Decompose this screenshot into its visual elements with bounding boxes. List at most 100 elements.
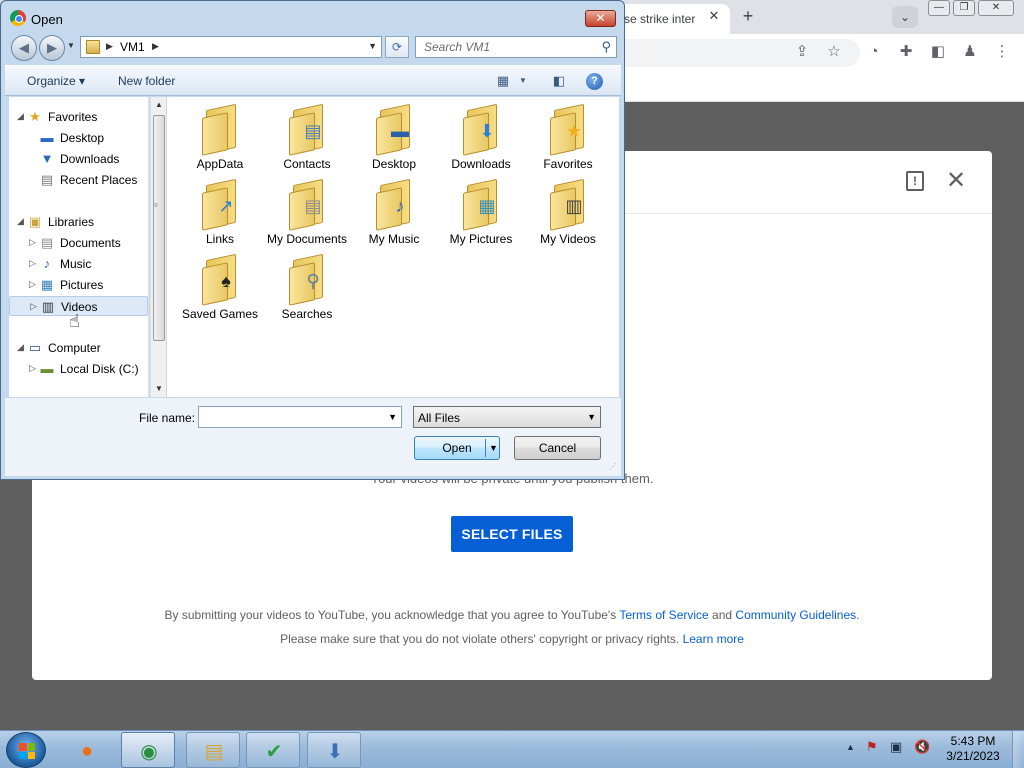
menu-icon[interactable]: ⋮ — [992, 42, 1012, 62]
profile-icon[interactable]: ♟ — [960, 42, 980, 62]
nav-item-recent-places[interactable]: ▤ Recent Places — [9, 170, 148, 190]
folder-contacts[interactable]: ▤ Contacts — [264, 103, 350, 172]
help-icon[interactable]: ? — [586, 73, 603, 90]
folder-my-music[interactable]: ♪ My Music — [351, 178, 437, 247]
breadcrumb-arrow-icon[interactable]: ▶ — [106, 41, 113, 52]
expand-arrow-icon[interactable]: ▷ — [29, 279, 36, 290]
nav-item-label: Computer — [48, 341, 101, 355]
taskbar-explorer[interactable]: ▤ — [186, 732, 240, 768]
views-dropdown-icon[interactable]: ▼ — [515, 73, 531, 89]
file-type-dropdown-icon[interactable]: ▼ — [587, 412, 596, 422]
open-button[interactable]: Open ▼ — [414, 436, 500, 460]
folder-my-pictures[interactable]: ▦ My Pictures — [438, 178, 524, 247]
preview-pane-icon[interactable]: ◧ — [551, 73, 567, 89]
folder-appdata[interactable]: AppData — [177, 103, 263, 172]
search-icon[interactable]: ⚲ — [601, 39, 611, 55]
folder-emblem-icon: ⬇ — [479, 121, 495, 141]
breadcrumb-arrow-icon[interactable]: ▶ — [152, 41, 159, 52]
expand-arrow-icon[interactable]: ▷ — [29, 363, 36, 374]
organize-menu[interactable]: Organize ▾ — [27, 74, 85, 88]
folder-emblem-icon — [214, 119, 238, 143]
expand-arrow-icon[interactable]: ◢ — [17, 342, 24, 353]
back-button[interactable]: ◀ — [11, 35, 37, 61]
select-files-button[interactable]: SELECT FILES — [451, 516, 573, 552]
extension-icon[interactable]: ◔ — [864, 42, 884, 62]
folder-searches[interactable]: ⚲ Searches — [264, 253, 350, 322]
address-dropdown-icon[interactable]: ▼ — [368, 41, 377, 51]
folder-icon: ⬇ — [461, 103, 501, 156]
taskbar-app-installer[interactable]: ⬇ — [307, 732, 361, 768]
nav-item-local-disk-c[interactable]: ▷ ▬ Local Disk (C:) — [9, 359, 148, 379]
terms-link[interactable]: Terms of Service — [619, 608, 708, 622]
sidepanel-icon[interactable]: ◧ — [928, 42, 948, 62]
resize-grip-icon[interactable]: ⋰ — [609, 463, 619, 474]
action-center-icon[interactable]: ⚑ — [866, 739, 878, 755]
taskbar-app-check[interactable]: ✔ — [246, 732, 300, 768]
start-button[interactable] — [6, 732, 46, 768]
tab-close-icon[interactable]: ✕ — [706, 8, 722, 24]
folder-links[interactable]: ↗ Links — [177, 178, 263, 247]
forward-button[interactable]: ▶ — [39, 35, 65, 61]
refresh-button[interactable]: ⟳ — [385, 36, 409, 58]
file-type-select[interactable]: All Files ▼ — [413, 406, 601, 428]
browser-tab[interactable]: se strike inter ✕ — [610, 4, 730, 34]
clock[interactable]: 5:43 PM 3/21/2023 — [940, 734, 1006, 764]
open-dropdown-icon[interactable]: ▼ — [489, 437, 498, 459]
close-icon[interactable]: ✕ — [944, 169, 968, 193]
expand-arrow-icon[interactable]: ◢ — [17, 111, 24, 122]
minimize-button[interactable]: — — [928, 0, 950, 16]
expand-arrow-icon[interactable]: ▷ — [29, 237, 36, 248]
volume-muted-icon[interactable]: 🔇 — [914, 739, 930, 755]
nav-scrollbar[interactable]: ▲ ≡ ▼ — [150, 97, 166, 397]
breadcrumb-current[interactable]: VM1 — [120, 40, 145, 54]
cancel-button[interactable]: Cancel — [514, 436, 601, 460]
puzzle-icon[interactable]: ✚ — [896, 42, 916, 62]
nav-item-downloads[interactable]: ▼ Downloads — [9, 149, 148, 169]
new-tab-button[interactable]: + — [738, 6, 758, 26]
show-hidden-icons[interactable]: ▲ — [846, 742, 855, 752]
guidelines-link[interactable]: Community Guidelines — [735, 608, 856, 622]
network-icon[interactable]: ▣ — [890, 739, 902, 755]
dialog-close-button[interactable]: ✕ — [585, 10, 616, 27]
nav-item-music[interactable]: ▷ ♪ Music — [9, 254, 148, 274]
star-icon[interactable]: ☆ — [824, 42, 844, 62]
feedback-icon[interactable]: ! — [906, 171, 924, 191]
views-icon[interactable]: ▦ — [495, 73, 511, 89]
recent-locations-dropdown[interactable]: ▼ — [67, 41, 75, 50]
local-disk-c-icon: ▬ — [40, 361, 54, 376]
restore-button[interactable]: ❐ — [953, 0, 975, 16]
nav-item-desktop[interactable]: ▬ Desktop — [9, 128, 148, 148]
folder-desktop[interactable]: ▬ Desktop — [351, 103, 437, 172]
expand-arrow-icon[interactable]: ▷ — [29, 258, 36, 269]
learn-more-link[interactable]: Learn more — [683, 632, 744, 646]
file-name-input[interactable]: ▼ — [198, 406, 402, 428]
folder-my-videos[interactable]: ▥ My Videos — [525, 178, 611, 247]
address-breadcrumb[interactable]: ▶ VM1 ▶ ▼ — [80, 36, 382, 58]
file-name-dropdown-icon[interactable]: ▼ — [388, 412, 397, 422]
folder-favorites[interactable]: ★ Favorites — [525, 103, 611, 172]
nav-item-favorites[interactable]: ◢ ★ Favorites — [9, 107, 148, 127]
nav-item-documents[interactable]: ▷ ▤ Documents — [9, 233, 148, 253]
scroll-down-icon[interactable]: ▼ — [151, 381, 167, 397]
new-folder-button[interactable]: New folder — [118, 74, 175, 88]
folder-name: Downloads — [451, 157, 511, 171]
nav-item-pictures[interactable]: ▷ ▦ Pictures — [9, 275, 148, 295]
command-bar: Organize ▾ New folder ▦ ▼ ◧ ? — [5, 65, 621, 96]
expand-arrow-icon[interactable]: ▷ — [30, 301, 37, 312]
clock-date: 3/21/2023 — [946, 749, 1000, 763]
folder-saved-games[interactable]: ♠ Saved Games — [177, 253, 263, 322]
scroll-thumb[interactable] — [153, 115, 165, 341]
search-input[interactable]: Search VM1 ⚲ — [415, 36, 617, 58]
share-icon[interactable]: ⇪ — [792, 42, 812, 62]
taskbar-firefox[interactable]: ● — [60, 732, 114, 768]
nav-item-libraries[interactable]: ◢ ▣ Libraries — [9, 212, 148, 232]
scroll-up-icon[interactable]: ▲ — [151, 97, 167, 113]
folder-my-documents[interactable]: ▤ My Documents — [264, 178, 350, 247]
folder-downloads[interactable]: ⬇ Downloads — [438, 103, 524, 172]
taskbar-chrome[interactable]: ◉ — [121, 732, 175, 768]
tab-search-button[interactable]: ⌄ — [892, 6, 918, 28]
nav-item-computer[interactable]: ◢ ▭ Computer — [9, 338, 148, 358]
window-close-button[interactable]: ✕ — [978, 0, 1014, 16]
show-desktop-button[interactable] — [1012, 731, 1024, 768]
expand-arrow-icon[interactable]: ◢ — [17, 216, 24, 227]
